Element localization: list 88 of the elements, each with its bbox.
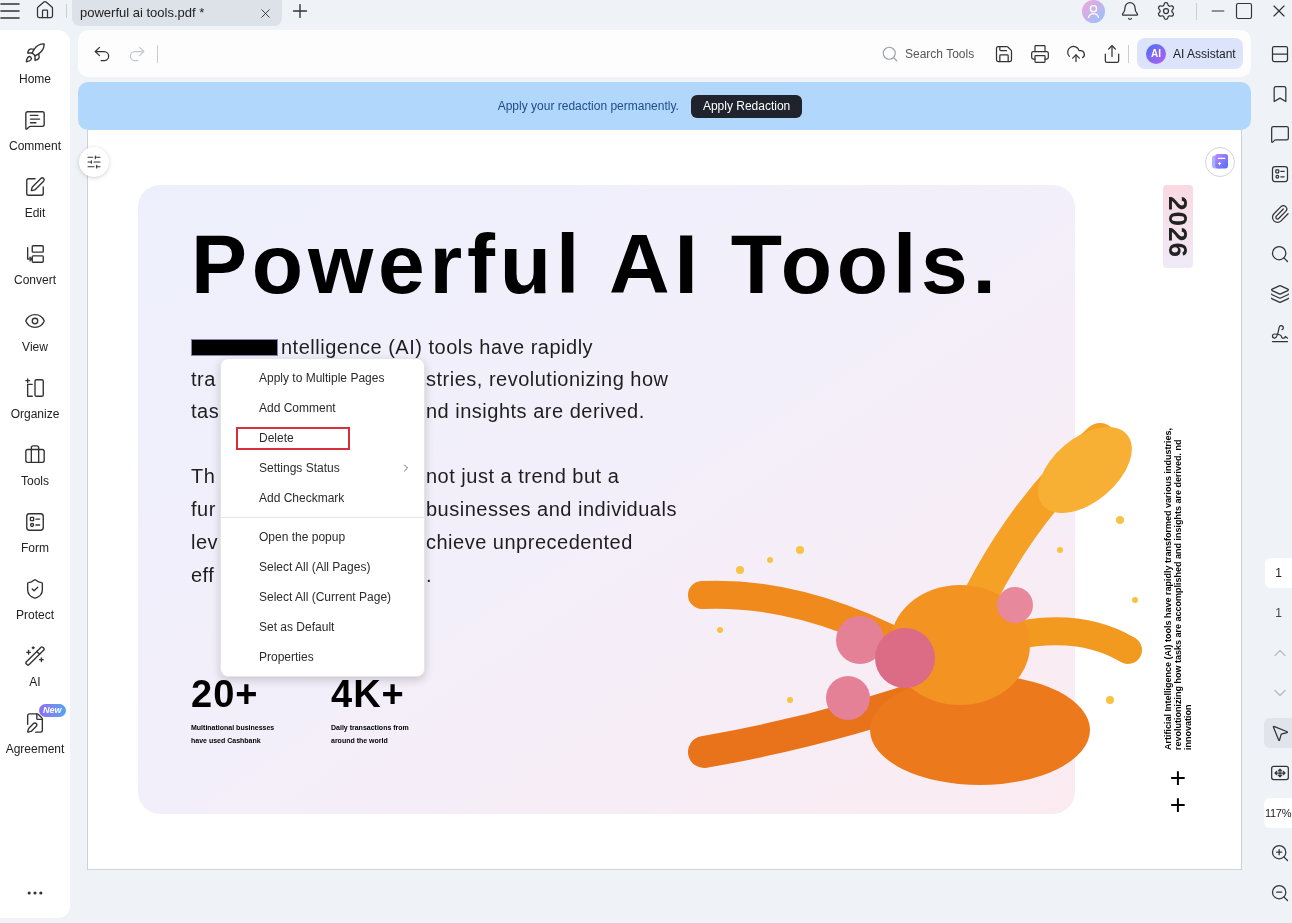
file-pen-icon <box>24 712 46 734</box>
select-tool-button[interactable] <box>1264 718 1292 748</box>
maximize-icon[interactable] <box>1234 1 1254 21</box>
sidebar-item[interactable]: Comment <box>9 109 61 154</box>
menu-item[interactable]: Set as Default <box>221 612 424 642</box>
banner-message: Apply your redaction permanently. <box>497 98 679 115</box>
tab-title: powerful ai tools.pdf * <box>80 4 205 23</box>
share-icon[interactable] <box>1102 43 1122 64</box>
zoom-in-icon[interactable] <box>1270 843 1290 863</box>
body-text: tas <box>191 399 220 424</box>
body-text: lev <box>191 530 219 555</box>
form-icon[interactable] <box>1270 164 1290 184</box>
year-tag: 2026 <box>1163 185 1193 268</box>
ai-logo: AI <box>1146 43 1166 64</box>
form-icon <box>24 511 46 533</box>
body-text: businesses and individuals <box>426 497 677 522</box>
body-text: not just a trend but a <box>426 464 620 489</box>
plus-mark: + <box>1169 791 1187 818</box>
body-text: . <box>426 563 433 588</box>
sidebar-item[interactable]: Tools <box>21 444 49 489</box>
menu-item[interactable]: Apply to Multiple Pages <box>221 363 424 393</box>
body-text: fur <box>191 497 216 522</box>
paperclip-icon[interactable] <box>1270 204 1290 224</box>
settings-icon[interactable] <box>1156 1 1176 21</box>
menu-item[interactable]: Properties <box>221 642 424 672</box>
menu-icon[interactable] <box>0 3 20 19</box>
search-icon <box>881 44 899 63</box>
sidebar-item[interactable]: Form <box>21 511 49 556</box>
search-field[interactable]: Search Tools <box>905 44 977 63</box>
menu-item[interactable]: Settings Status <box>221 453 424 483</box>
filter-button[interactable] <box>79 147 109 177</box>
plus-mark: + <box>1169 764 1187 791</box>
body-text: Th <box>191 464 216 489</box>
rocket-icon <box>24 42 46 64</box>
zoom-out-icon[interactable] <box>1270 883 1290 903</box>
print-icon[interactable] <box>1030 43 1050 64</box>
sidebar-item[interactable]: Edit <box>24 176 46 221</box>
sidebar-item[interactable]: New Agreement <box>5 703 65 757</box>
briefcase-icon <box>24 444 46 466</box>
layout-icon[interactable] <box>1270 44 1290 64</box>
new-badge: New <box>39 704 66 717</box>
cloud-upload-icon[interactable] <box>1066 43 1086 64</box>
zoom-field[interactable]: 117% <box>1264 798 1292 828</box>
sidebar-item[interactable]: AI <box>24 645 46 690</box>
menu-item[interactable]: Add Comment <box>221 393 424 423</box>
sidebar-item[interactable]: View <box>22 310 48 355</box>
shield-check-icon <box>24 578 46 600</box>
document-title: Powerful AI Tools. <box>191 222 1001 306</box>
body-text: eff <box>191 563 215 588</box>
menu-item[interactable]: Open the popup <box>221 522 424 552</box>
sliders-icon <box>86 154 102 170</box>
comment-icon <box>24 109 46 131</box>
magic-wand-icon <box>24 645 46 667</box>
sidebar-item[interactable]: Organize <box>10 377 60 422</box>
body-text: stries, revolutionizing how <box>426 367 669 392</box>
menu-item[interactable]: Select All (All Pages) <box>221 552 424 582</box>
signature-icon[interactable] <box>1270 324 1290 344</box>
page-count: 1 <box>1274 605 1283 622</box>
home-icon[interactable] <box>35 0 55 20</box>
menu-item[interactable]: Add Checkmark <box>221 483 424 513</box>
side-note: Artificial Intelligence (AI) tools have rapidly transformed various industries, revolutionizing how tasks are accomplished and insights are derived. nd innovation <box>1163 426 1193 750</box>
document-tab[interactable]: powerful ai tools.pdf * <box>72 0 282 26</box>
fit-width-icon <box>1270 763 1290 783</box>
menu-item[interactable]: Select All (Current Page) <box>221 582 424 612</box>
body-text: tra <box>191 367 216 392</box>
convert-icon <box>24 243 46 265</box>
page-number-field[interactable]: 1 <box>1265 558 1292 588</box>
sidebar-item[interactable]: Protect <box>16 578 54 623</box>
cursor-icon <box>1270 723 1290 743</box>
edit-icon <box>24 176 46 198</box>
apply-redaction-button[interactable]: Apply Redaction <box>690 94 803 118</box>
comment-icon[interactable] <box>1270 124 1290 144</box>
layers-icon[interactable] <box>1270 284 1290 304</box>
body-text: ntelligence (AI) tools have rapidly <box>281 335 594 360</box>
bell-icon[interactable] <box>1120 1 1140 21</box>
body-text: chieve unprecedented <box>426 530 633 555</box>
notes-button[interactable] <box>1205 147 1235 177</box>
body-text: nd insights are derived. <box>426 399 645 424</box>
sidebar-item[interactable]: Convert <box>13 243 56 288</box>
ai-assistant-button[interactable]: AI AI Assistant <box>1137 38 1243 69</box>
organize-icon <box>24 377 46 399</box>
note-icon <box>1212 154 1228 170</box>
stat-value: 20+ <box>191 675 259 713</box>
search-icon[interactable] <box>1270 244 1290 264</box>
stat-value: 4K+ <box>331 675 405 713</box>
sidebar-item[interactable]: Home <box>19 42 51 87</box>
save-icon[interactable] <box>994 43 1014 64</box>
menu-item[interactable]: Delete <box>236 426 350 450</box>
